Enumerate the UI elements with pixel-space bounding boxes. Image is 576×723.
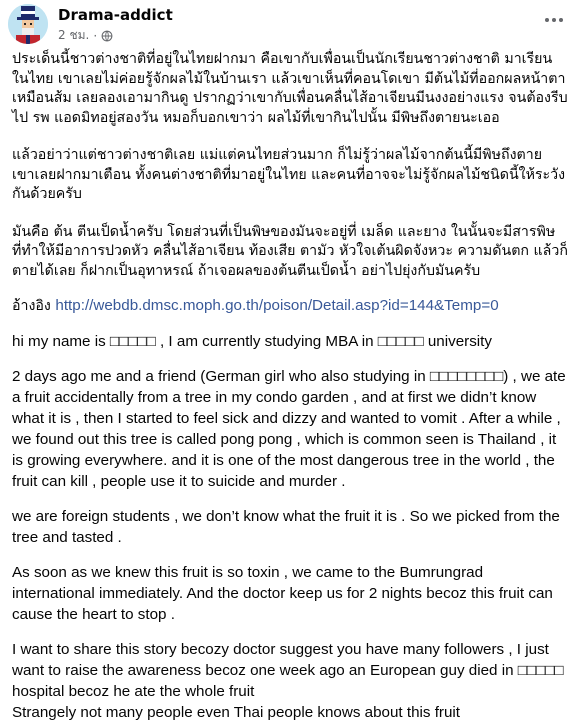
- post-paragraph-thai-3: มันคือ ต้น ตีนเป็ดน้ำครับ โดยส่วนที่เป็น…: [12, 223, 568, 279]
- post-paragraph-en-1: hi my name is □□□□□ , I am currently stu…: [12, 332, 492, 350]
- post-timestamp[interactable]: 2 ชม.: [58, 26, 89, 45]
- post-paragraph-en-5: I want to share this story becozy doctor…: [12, 640, 564, 700]
- post-header: Drama-addict 2 ชม. ·: [8, 4, 568, 44]
- page-avatar[interactable]: [8, 4, 48, 44]
- more-options-button[interactable]: [542, 10, 566, 30]
- post-meta: 2 ชม. ·: [58, 26, 113, 45]
- post-paragraph-thai-1: ประเด็นนี้ชาวต่างชาติที่อยู่ในไทยฝากมา ค…: [12, 51, 568, 126]
- reference-label: อ้างอิง: [12, 298, 51, 314]
- reference-link[interactable]: http://webdb.dmsc.moph.go.th/poison/Deta…: [55, 297, 498, 314]
- post-paragraph-en-3: we are foreign students , we don’t know …: [12, 507, 560, 546]
- more-dots-icon: [545, 18, 563, 22]
- reference-line: อ้างอิง http://webdb.dmsc.moph.go.th/poi…: [12, 295, 568, 317]
- globe-icon[interactable]: [101, 30, 113, 42]
- facebook-post: Drama-addict 2 ชม. · ประเด็นนี้ชาวต่างชา…: [0, 0, 576, 721]
- uncle-sam-avatar-icon: [8, 4, 48, 44]
- post-body: ประเด็นนี้ชาวต่างชาติที่อยู่ในไทยฝากมา ค…: [12, 50, 568, 723]
- post-paragraph-en-6: Strangely not many people even Thai peop…: [12, 703, 461, 721]
- post-paragraph-thai-2: แล้วอย่าว่าแต่ชาวต่างชาติเลย แม่แต่คนไทย…: [12, 147, 566, 202]
- post-paragraph-en-4: As soon as we knew this fruit is so toxi…: [12, 563, 553, 623]
- author-name[interactable]: Drama-addict: [58, 6, 173, 24]
- post-paragraph-en-2: 2 days ago me and a friend (German girl …: [12, 367, 566, 490]
